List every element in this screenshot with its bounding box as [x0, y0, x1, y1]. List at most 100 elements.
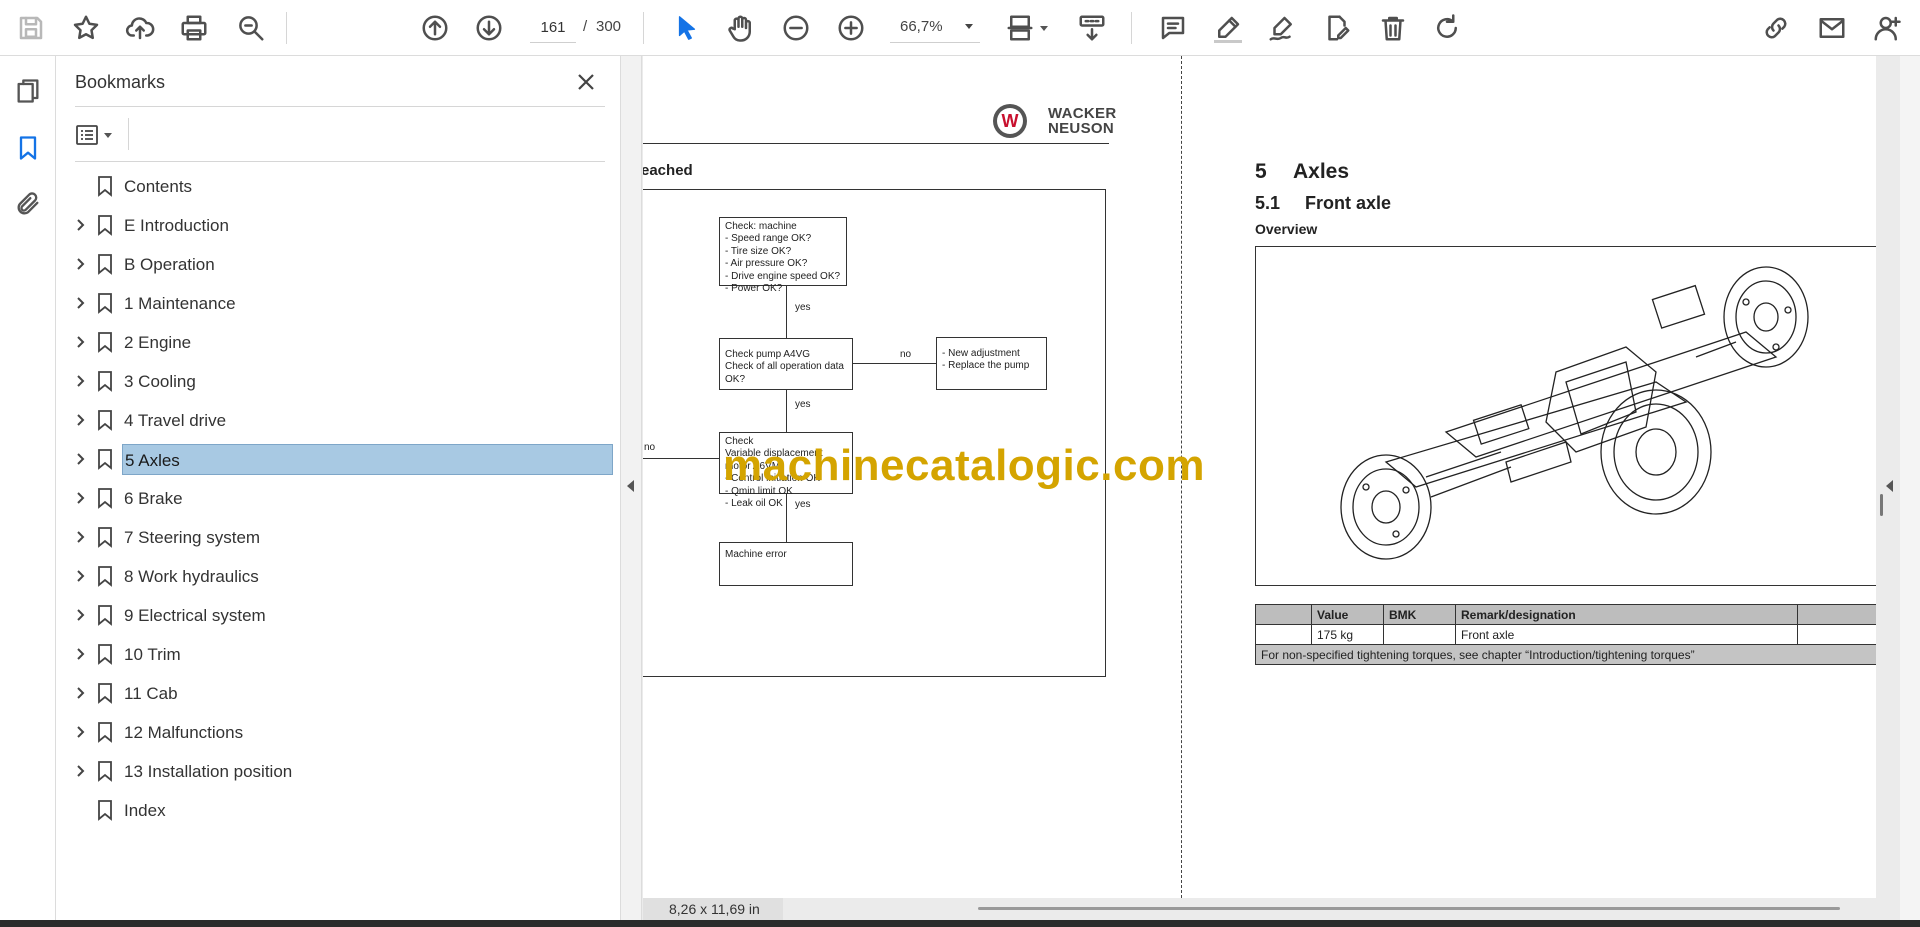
chevron-right-icon[interactable]	[72, 373, 88, 389]
chevron-right-icon[interactable]	[72, 334, 88, 350]
bookmark-item[interactable]: 6 Brake	[56, 481, 621, 515]
bookmark-icon	[94, 448, 116, 470]
bookmark-icon	[94, 175, 116, 197]
table-row: 175 kg Front axle	[1255, 624, 1876, 645]
horizontal-scrollbar[interactable]	[978, 907, 1840, 910]
table-cell: Front axle	[1455, 624, 1798, 645]
email-icon[interactable]	[1815, 11, 1849, 45]
bookmark-item[interactable]: E Introduction	[56, 208, 621, 242]
bookmarks-icon[interactable]	[11, 131, 45, 165]
bookmark-label: 11 Cab	[124, 684, 178, 703]
bookmark-item[interactable]: 1 Maintenance	[56, 286, 621, 320]
panel-splitter[interactable]	[621, 56, 642, 920]
bookmark-item[interactable]: 7 Steering system	[56, 520, 621, 554]
fit-page-chevron-down-icon[interactable]	[1040, 26, 1048, 31]
page-number-input[interactable]	[530, 13, 576, 43]
bookmark-item[interactable]: 11 Cab	[56, 676, 621, 710]
chevron-right-icon[interactable]	[72, 295, 88, 311]
table-cell	[1255, 624, 1312, 645]
bookmark-item[interactable]: 3 Cooling	[56, 364, 621, 398]
vertical-scrollbar[interactable]	[1880, 494, 1883, 516]
axle-drawing	[1340, 266, 1809, 560]
bookmark-item[interactable]: Contents	[56, 169, 621, 203]
bookmark-icon	[94, 253, 116, 275]
overview-heading: Overview	[1255, 221, 1318, 237]
bookmark-label: 1 Maintenance	[124, 294, 236, 313]
chevron-right-icon[interactable]	[72, 607, 88, 623]
bookmark-item[interactable]: 13 Installation position	[56, 754, 621, 788]
page-thumbnails-icon[interactable]	[11, 74, 45, 108]
select-cursor-icon[interactable]	[670, 11, 704, 45]
hand-icon[interactable]	[724, 11, 758, 45]
panel-divider	[75, 161, 605, 162]
bookmark-label: 10 Trim	[124, 645, 181, 664]
chevron-right-icon[interactable]	[72, 412, 88, 428]
zoom-out-icon[interactable]	[779, 11, 813, 45]
bookmark-item[interactable]: 12 Malfunctions	[56, 715, 621, 749]
rotate-icon[interactable]	[1430, 11, 1464, 45]
chevron-right-icon[interactable]	[72, 451, 88, 467]
sign-icon[interactable]	[1265, 11, 1299, 45]
zoom-in-icon[interactable]	[834, 11, 868, 45]
header-rule	[643, 143, 1109, 144]
bookmark-item[interactable]: 10 Trim	[56, 637, 621, 671]
page-up-icon[interactable]	[418, 11, 452, 45]
comment-icon[interactable]	[1156, 11, 1190, 45]
list-options-icon	[76, 125, 98, 145]
chevron-right-icon[interactable]	[72, 568, 88, 584]
bookmark-item[interactable]: 9 Electrical system	[56, 598, 621, 632]
toolbar-divider	[1131, 12, 1132, 44]
flow-box-check-pump: Check pump A4VG Check of all operation d…	[719, 338, 853, 390]
bookmark-icon	[94, 565, 116, 587]
section-heading-fragment: eached	[643, 162, 693, 179]
bookmark-label: 12 Malfunctions	[124, 723, 244, 742]
find-icon[interactable]	[234, 11, 268, 45]
table-header-cell: BMK	[1383, 604, 1456, 625]
chevron-right-icon[interactable]	[72, 724, 88, 740]
table-header-cell	[1797, 604, 1876, 625]
upload-icon[interactable]	[123, 11, 157, 45]
table-cell	[1797, 624, 1876, 645]
chevron-right-icon[interactable]	[72, 256, 88, 272]
fit-page-icon[interactable]	[1003, 11, 1037, 45]
bookmark-icon	[94, 292, 116, 314]
flow-connector	[853, 363, 937, 364]
bookmark-item[interactable]: 8 Work hydraulics	[56, 559, 621, 593]
bookmark-item[interactable]: 4 Travel drive	[56, 403, 621, 437]
close-icon[interactable]	[572, 68, 600, 96]
save-icon[interactable]	[14, 11, 48, 45]
share-link-icon[interactable]	[1759, 11, 1793, 45]
flow-connector	[786, 286, 787, 338]
logo-text-line2: NEUSON	[1048, 120, 1114, 137]
bookmark-icon	[94, 526, 116, 548]
scroll-mode-icon[interactable]	[1075, 11, 1109, 45]
taskbar-strip	[0, 920, 1920, 927]
chevron-right-icon[interactable]	[72, 646, 88, 662]
bookmark-item[interactable]: Index	[56, 793, 621, 827]
chevron-right-icon[interactable]	[72, 490, 88, 506]
chevron-right-icon[interactable]	[72, 763, 88, 779]
bookmark-item[interactable]: 2 Engine	[56, 325, 621, 359]
page-spread[interactable]: W WACKER NEUSON eached Check: machine - S…	[643, 56, 1876, 898]
zoom-chevron-down-icon[interactable]	[965, 24, 973, 29]
chevron-right-icon[interactable]	[72, 685, 88, 701]
chevron-right-icon[interactable]	[72, 529, 88, 545]
collapse-panel-icon[interactable]	[627, 480, 634, 492]
bookmark-options-button[interactable]	[76, 120, 122, 150]
delete-icon[interactable]	[1376, 11, 1410, 45]
print-icon[interactable]	[177, 11, 211, 45]
page-down-icon[interactable]	[472, 11, 506, 45]
chevron-right-icon[interactable]	[72, 217, 88, 233]
page-size-readout: 8,26 x 11,69 in	[643, 898, 783, 920]
right-panel-expand-icon[interactable]	[1886, 480, 1893, 492]
bookmark-label: 5 Axles	[122, 444, 613, 475]
bookmark-item[interactable]: 5 Axles	[56, 442, 621, 476]
account-icon[interactable]	[1870, 11, 1904, 45]
edit-pdf-icon[interactable]	[1320, 11, 1354, 45]
star-icon[interactable]	[69, 11, 103, 45]
bookmark-item[interactable]: B Operation	[56, 247, 621, 281]
attachments-icon[interactable]	[11, 187, 45, 221]
bookmark-label: 13 Installation position	[124, 762, 293, 781]
page-total: 300	[596, 18, 622, 35]
bookmark-icon	[94, 682, 116, 704]
